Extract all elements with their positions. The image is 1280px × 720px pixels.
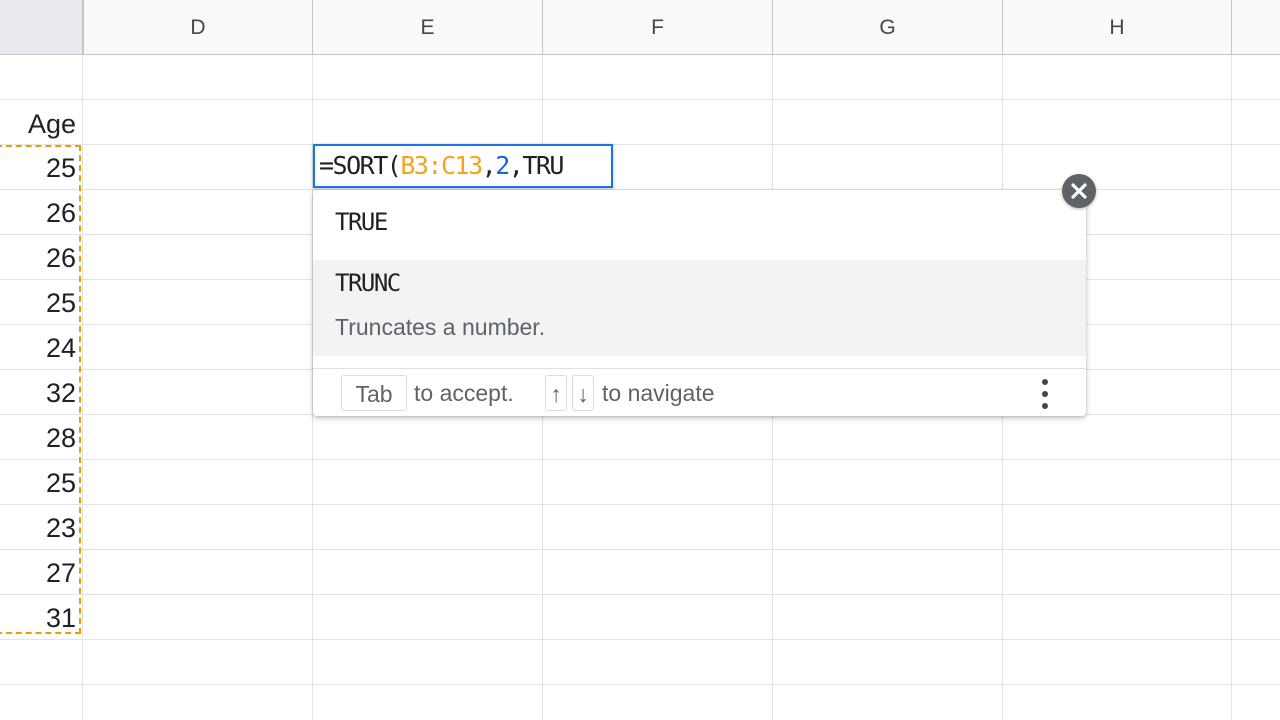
formula-sort-column: 2 bbox=[495, 151, 510, 180]
column-header-h[interactable]: H bbox=[1003, 0, 1232, 54]
navigate-hint: to navigate bbox=[602, 380, 715, 406]
column-header-g[interactable]: G bbox=[773, 0, 1003, 54]
autocomplete-item-trunc[interactable]: TRUNC Truncates a number. bbox=[313, 260, 1086, 356]
autocomplete-item-name: TRUE bbox=[335, 208, 388, 236]
up-arrow-key-chip: ↑ bbox=[545, 375, 567, 411]
grid-line bbox=[0, 144, 1280, 145]
grid-line bbox=[0, 549, 1280, 550]
tab-key-chip: Tab bbox=[341, 375, 407, 411]
autocomplete-item-description: Truncates a number. bbox=[335, 314, 546, 340]
grid-line bbox=[1231, 0, 1232, 720]
grid-line bbox=[0, 504, 1280, 505]
copy-range-marquee bbox=[0, 145, 81, 634]
formula-range-reference: B3:C13 bbox=[400, 151, 483, 180]
close-circle-icon[interactable] bbox=[1062, 174, 1096, 208]
formula-autocomplete-popup: TRUE TRUNC Truncates a number. Tab to ac… bbox=[313, 190, 1086, 416]
column-header-next[interactable] bbox=[1232, 0, 1280, 54]
autocomplete-item-name: TRUNC bbox=[335, 269, 401, 297]
grid-line bbox=[0, 99, 1280, 100]
accept-hint: to accept. bbox=[414, 380, 514, 406]
grid-line bbox=[0, 684, 1280, 685]
spreadsheet-grid[interactable]: D E F G H Age 25 26 26 25 24 32 28 25 23… bbox=[0, 0, 1280, 720]
formula-prefix: =SORT( bbox=[319, 151, 402, 180]
grid-line bbox=[0, 459, 1280, 460]
column-header-e[interactable]: E bbox=[313, 0, 543, 54]
more-vert-icon[interactable] bbox=[1035, 377, 1055, 411]
formula-separator: , bbox=[481, 151, 497, 180]
formula-cell-editor[interactable]: =SORT(B3:C13,2,TRU bbox=[313, 144, 613, 188]
autocomplete-item-true[interactable]: TRUE bbox=[313, 190, 1086, 260]
column-header-f[interactable]: F bbox=[543, 0, 773, 54]
formula-partial-input: TRU bbox=[522, 151, 564, 180]
grid-line bbox=[82, 0, 83, 720]
grid-line bbox=[0, 594, 1280, 595]
select-all-corner[interactable] bbox=[0, 0, 84, 54]
column-header-d[interactable]: D bbox=[84, 0, 313, 54]
autocomplete-footer: Tab to accept. ↑ ↓ to navigate bbox=[313, 368, 1086, 417]
grid-line bbox=[0, 639, 1280, 640]
formula-separator: , bbox=[508, 151, 524, 180]
down-arrow-key-chip: ↓ bbox=[572, 375, 594, 411]
column-header-row: D E F G H bbox=[0, 0, 1280, 55]
age-header-cell[interactable]: Age bbox=[0, 100, 76, 145]
